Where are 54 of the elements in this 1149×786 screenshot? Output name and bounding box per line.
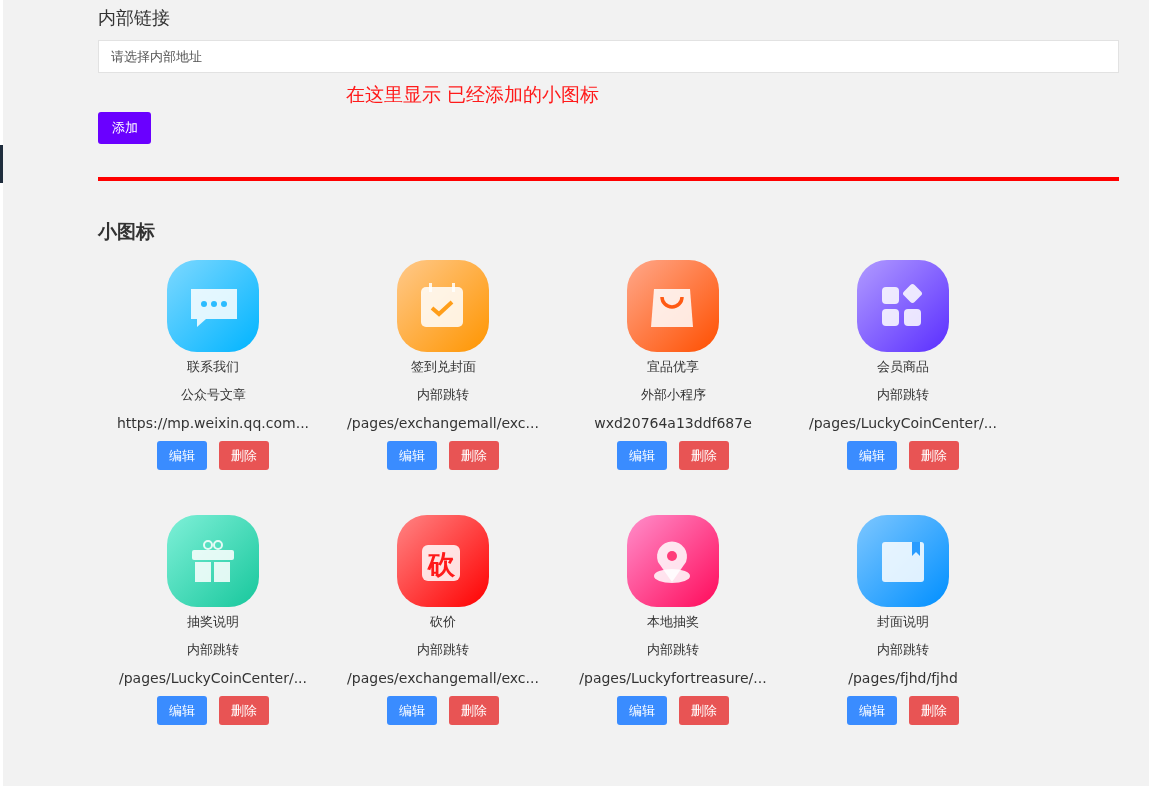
app-icon: [856, 259, 950, 353]
edit-button[interactable]: 编辑: [387, 441, 437, 470]
section-title: 小图标: [98, 219, 156, 244]
link-address: /pages/exchangemall/exc...: [347, 669, 539, 688]
link-type: 内部跳转: [877, 386, 929, 404]
icon-name: 宜品优享: [647, 358, 699, 376]
icon-name: 联系我们: [187, 358, 239, 376]
link-type: 内部跳转: [417, 386, 469, 404]
delete-button[interactable]: 删除: [909, 696, 959, 725]
app-icon: [856, 514, 950, 608]
delete-button[interactable]: 删除: [219, 696, 269, 725]
edit-button[interactable]: 编辑: [847, 696, 897, 725]
app-icon: 砍: [396, 514, 490, 608]
icon-name: 签到兑封面: [410, 358, 476, 376]
delete-button[interactable]: 删除: [449, 441, 499, 470]
app-icon: [626, 259, 720, 353]
app-icon: [396, 259, 490, 353]
app-icon: [166, 259, 260, 353]
edit-button[interactable]: 编辑: [617, 696, 667, 725]
app-icon: [626, 514, 720, 608]
icon-name: 抽奖说明: [187, 613, 239, 631]
delete-button[interactable]: 删除: [679, 441, 729, 470]
link-address: /pages/LuckyCoinCenter/...: [809, 414, 997, 433]
delete-button[interactable]: 删除: [679, 696, 729, 725]
icon-name: 封面说明: [877, 613, 929, 631]
link-address: /pages/Luckyfortreasure/...: [579, 669, 767, 688]
edit-button[interactable]: 编辑: [157, 696, 207, 725]
link-type: 公众号文章: [180, 386, 246, 404]
edit-button[interactable]: 编辑: [847, 441, 897, 470]
link-type: 内部跳转: [187, 641, 239, 659]
link-type: 内部跳转: [877, 641, 929, 659]
delete-button[interactable]: 删除: [909, 441, 959, 470]
add-button[interactable]: 添加: [98, 112, 151, 144]
sidebar-active-indicator: [0, 145, 3, 183]
icon-name: 砍价: [430, 613, 456, 631]
field-label: 内部链接: [98, 6, 171, 30]
edit-button[interactable]: 编辑: [157, 441, 207, 470]
delete-button[interactable]: 删除: [219, 441, 269, 470]
link-address: https://mp.weixin.qq.com...: [116, 414, 310, 433]
link-address: /pages/LuckyCoinCenter/...: [119, 669, 307, 688]
link-address: /pages/fjhd/fjhd: [848, 669, 958, 688]
edit-button[interactable]: 编辑: [387, 696, 437, 725]
link-address: /pages/exchangemall/exc...: [347, 414, 539, 433]
link-address: wxd20764a13ddf687e: [594, 414, 752, 433]
note-text: 在这里显示 已经添加的小图标: [346, 82, 601, 107]
app-icon: [166, 514, 260, 608]
link-type: 内部跳转: [647, 641, 699, 659]
internal-address-field[interactable]: 请选择内部地址: [98, 40, 1119, 73]
link-type: 内部跳转: [417, 641, 469, 659]
edit-button[interactable]: 编辑: [617, 441, 667, 470]
link-type: 外部小程序: [640, 386, 706, 404]
icon-name: 本地抽奖: [647, 613, 699, 631]
icon-name: 会员商品: [877, 358, 929, 376]
delete-button[interactable]: 删除: [449, 696, 499, 725]
